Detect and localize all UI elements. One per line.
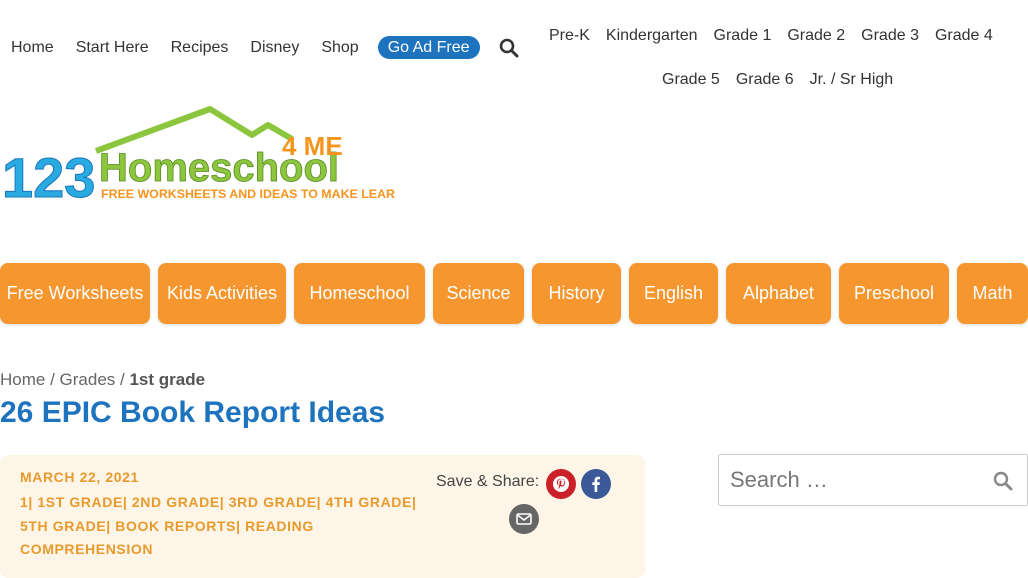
category-kids-activities[interactable]: Kids Activities xyxy=(158,263,286,324)
grade-link-grade-3[interactable]: Grade 3 xyxy=(861,25,919,47)
nav-disney[interactable]: Disney xyxy=(250,37,299,59)
category-english[interactable]: English xyxy=(629,263,718,324)
email-icon[interactable] xyxy=(509,504,539,534)
logo-numbers: 123 xyxy=(2,146,95,205)
category-free-worksheets[interactable]: Free Worksheets xyxy=(0,263,150,324)
category-preschool[interactable]: Preschool xyxy=(839,263,949,324)
nav-shop[interactable]: Shop xyxy=(321,37,358,59)
grade-link-grade-2[interactable]: Grade 2 xyxy=(787,25,845,47)
facebook-icon[interactable] xyxy=(581,469,611,499)
post-meta-card: MARCH 22, 2021 1| 1ST GRADE| 2ND GRADE| … xyxy=(0,455,645,578)
breadcrumb-separator: / xyxy=(115,370,130,389)
grade-link-grade-4[interactable]: Grade 4 xyxy=(935,25,993,47)
search-icon[interactable] xyxy=(499,38,519,58)
grade-link-grade-1[interactable]: Grade 1 xyxy=(714,25,772,47)
logo-suffix: 4 ME xyxy=(282,131,343,161)
grade-link-grade-5[interactable]: Grade 5 xyxy=(662,69,720,91)
pinterest-icon[interactable] xyxy=(546,469,576,499)
search-submit-icon[interactable] xyxy=(993,471,1013,491)
post-categories[interactable]: 1| 1ST GRADE| 2ND GRADE| 3RD GRADE| 4TH … xyxy=(20,491,420,562)
nav-recipes[interactable]: Recipes xyxy=(171,37,229,59)
breadcrumb-grades[interactable]: Grades xyxy=(60,370,116,389)
grade-link-prek[interactable]: Pre-K xyxy=(549,25,590,47)
category-alphabet[interactable]: Alphabet xyxy=(726,263,831,324)
grade-link-grade-6[interactable]: Grade 6 xyxy=(736,69,794,91)
grade-nav: Pre-K Kindergarten Grade 1 Grade 2 Grade… xyxy=(540,14,1028,102)
nav-home[interactable]: Home xyxy=(11,37,54,59)
search-widget xyxy=(718,454,1028,506)
nav-start-here[interactable]: Start Here xyxy=(76,37,149,59)
logo-tagline: FREE WORKSHEETS AND IDEAS TO MAKE LEARNI… xyxy=(101,187,395,201)
category-homeschool[interactable]: Homeschool xyxy=(294,263,425,324)
search-input[interactable] xyxy=(719,455,979,505)
category-nav: Free Worksheets Kids Activities Homescho… xyxy=(0,263,1028,324)
breadcrumb: Home / Grades / 1st grade xyxy=(0,370,205,390)
page-title: 26 EPIC Book Report Ideas xyxy=(0,396,386,429)
breadcrumb-separator: / xyxy=(45,370,60,389)
breadcrumb-home[interactable]: Home xyxy=(0,370,45,389)
breadcrumb-current: 1st grade xyxy=(129,370,206,389)
site-logo[interactable]: 123 Homeschool 4 ME FREE WORKSHEETS AND … xyxy=(0,105,459,210)
share-label: Save & Share: xyxy=(436,473,540,490)
post-date: MARCH 22, 2021 xyxy=(20,469,139,485)
grade-link-jr-sr-high[interactable]: Jr. / Sr High xyxy=(810,69,894,91)
category-math[interactable]: Math xyxy=(957,263,1028,324)
category-science[interactable]: Science xyxy=(433,263,524,324)
go-ad-free-button[interactable]: Go Ad Free xyxy=(377,36,480,59)
primary-nav: Home Start Here Recipes Disney Shop Go A… xyxy=(11,36,519,59)
category-history[interactable]: History xyxy=(532,263,621,324)
grade-link-kindergarten[interactable]: Kindergarten xyxy=(606,25,698,47)
